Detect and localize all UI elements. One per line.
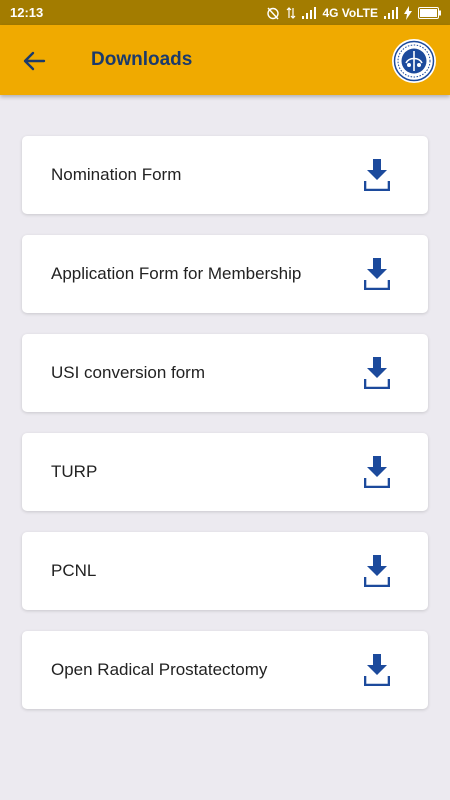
download-item-label: Application Form for Membership [51, 264, 302, 283]
download-icon[interactable] [364, 257, 390, 291]
downloads-list: Nomination Form Application Form for Mem… [22, 136, 428, 730]
organization-logo [392, 39, 436, 83]
download-item-open-radical-prostatectomy[interactable]: Open Radical Prostatectomy [22, 631, 428, 709]
alarm-off-icon [266, 6, 280, 20]
download-item-nomination-form[interactable]: Nomination Form [22, 136, 428, 214]
charging-icon [404, 5, 412, 20]
download-icon[interactable] [364, 653, 390, 687]
signal-icon-2 [384, 6, 398, 19]
status-bar: 12:13 4G VoLTE [0, 0, 450, 25]
arrow-left-icon [23, 51, 46, 71]
download-item-label: PCNL [51, 561, 97, 580]
download-icon[interactable] [364, 455, 390, 489]
download-item-usi-conversion-form[interactable]: USI conversion form [22, 334, 428, 412]
download-item-membership-form[interactable]: Application Form for Membership [22, 235, 428, 313]
download-item-pcnl[interactable]: PCNL [22, 532, 428, 610]
signal-icon [302, 6, 317, 19]
status-time: 12:13 [10, 5, 44, 20]
download-icon[interactable] [364, 554, 390, 588]
app-bar: Downloads [0, 25, 450, 95]
data-transfer-icon [286, 6, 296, 20]
download-item-label: TURP [51, 462, 98, 481]
network-type: 4G VoLTE [322, 5, 378, 20]
download-item-turp[interactable]: TURP [22, 433, 428, 511]
download-item-label: USI conversion form [51, 363, 205, 382]
back-button[interactable] [18, 47, 50, 75]
download-item-label: Nomination Form [51, 165, 182, 184]
download-icon[interactable] [364, 356, 390, 390]
download-icon[interactable] [364, 158, 390, 192]
download-item-label: Open Radical Prostatectomy [51, 660, 268, 679]
page-title: Downloads [91, 49, 193, 70]
battery-icon [418, 6, 442, 19]
status-icons: 4G VoLTE [266, 5, 442, 20]
